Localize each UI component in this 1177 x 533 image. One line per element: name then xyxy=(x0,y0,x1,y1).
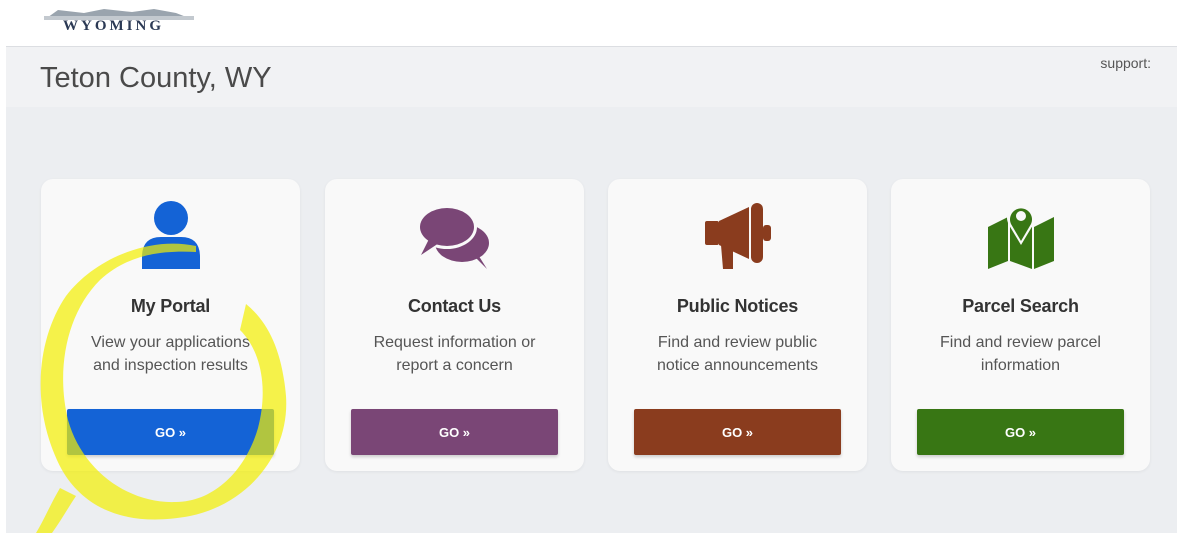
logo-text: WYOMING xyxy=(63,18,164,34)
card-description: Find and review parcel information xyxy=(940,334,1101,374)
card-title: Contact Us xyxy=(407,296,501,316)
top-bar: WYOMING xyxy=(0,0,1177,46)
card-my-portal: My Portal View your applications and ins… xyxy=(41,179,300,471)
card-description: Find and review public notice announceme… xyxy=(657,334,818,374)
card-public-notices: Public Notices Find and review public no… xyxy=(608,179,867,471)
wyoming-logo[interactable]: WYOMING xyxy=(44,0,194,40)
go-button-my-portal[interactable]: GO » xyxy=(67,409,274,455)
card-description: Request information or report a concern xyxy=(373,334,536,374)
main-content: My Portal View your applications and ins… xyxy=(6,107,1177,533)
user-icon xyxy=(141,201,200,269)
go-button-public-notices[interactable]: GO » xyxy=(634,409,841,455)
card-title: My Portal xyxy=(130,296,211,316)
card-title: Parcel Search xyxy=(962,296,1079,316)
map-pin-icon xyxy=(987,203,1054,269)
mountain-logo-icon xyxy=(44,9,194,20)
card-contact-us: Contact Us Request information or report… xyxy=(325,179,584,471)
go-button-contact-us[interactable]: GO » xyxy=(351,409,558,455)
page-title: Teton County, WY xyxy=(40,62,272,94)
card-parcel-search: Parcel Search Find and review parcel inf… xyxy=(891,179,1150,471)
site-header: Teton County, WY support: xyxy=(6,46,1177,108)
support-label: support: xyxy=(1100,55,1151,71)
card-title: Public Notices xyxy=(676,296,799,316)
chat-bubbles-icon xyxy=(416,205,489,269)
megaphone-icon xyxy=(704,203,771,269)
card-description: View your applications and inspection re… xyxy=(91,334,250,374)
go-button-parcel-search[interactable]: GO » xyxy=(917,409,1124,455)
